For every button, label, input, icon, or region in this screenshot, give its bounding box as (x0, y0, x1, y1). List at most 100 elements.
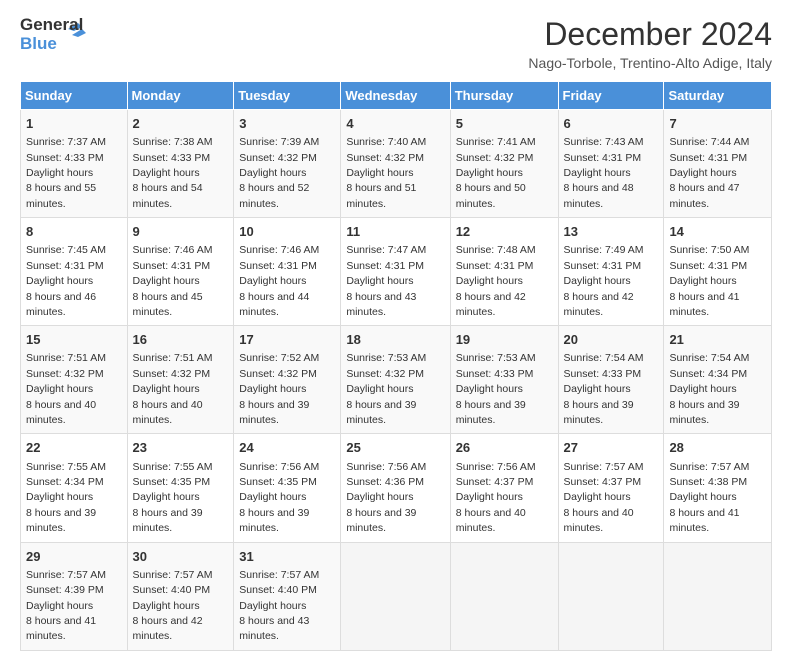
calendar-cell: 29 Sunrise: 7:57 AMSunset: 4:39 PMDaylig… (21, 542, 128, 650)
cell-content: Sunrise: 7:46 AMSunset: 4:31 PMDaylight … (133, 244, 213, 318)
calendar-cell: 10 Sunrise: 7:46 AMSunset: 4:31 PMDaylig… (234, 218, 341, 326)
cell-content: Sunrise: 7:49 AMSunset: 4:31 PMDaylight … (564, 244, 644, 318)
cell-content: Sunrise: 7:56 AMSunset: 4:35 PMDaylight … (239, 461, 319, 535)
page-subtitle: Nago-Torbole, Trentino-Alto Adige, Italy (528, 55, 772, 71)
cell-content: Sunrise: 7:56 AMSunset: 4:37 PMDaylight … (456, 461, 536, 535)
calendar-cell: 6 Sunrise: 7:43 AMSunset: 4:31 PMDayligh… (558, 110, 664, 218)
logo: General Blue (20, 16, 86, 56)
day-number: 31 (239, 548, 335, 566)
calendar-cell: 9 Sunrise: 7:46 AMSunset: 4:31 PMDayligh… (127, 218, 234, 326)
day-number: 14 (669, 223, 766, 241)
cell-content: Sunrise: 7:47 AMSunset: 4:31 PMDaylight … (346, 244, 426, 318)
cell-content: Sunrise: 7:57 AMSunset: 4:39 PMDaylight … (26, 569, 106, 643)
calendar-cell: 18 Sunrise: 7:53 AMSunset: 4:32 PMDaylig… (341, 326, 450, 434)
day-number: 26 (456, 439, 553, 457)
day-number: 10 (239, 223, 335, 241)
dow-wednesday: Wednesday (341, 82, 450, 110)
cell-content: Sunrise: 7:48 AMSunset: 4:31 PMDaylight … (456, 244, 536, 318)
cell-content: Sunrise: 7:43 AMSunset: 4:31 PMDaylight … (564, 136, 644, 210)
dow-saturday: Saturday (664, 82, 772, 110)
day-number: 3 (239, 115, 335, 133)
page-header: General Blue December 2024 Nago-Torbole,… (20, 16, 772, 71)
cell-content: Sunrise: 7:37 AMSunset: 4:33 PMDaylight … (26, 136, 106, 210)
cell-content: Sunrise: 7:46 AMSunset: 4:31 PMDaylight … (239, 244, 319, 318)
day-number: 12 (456, 223, 553, 241)
cell-content: Sunrise: 7:51 AMSunset: 4:32 PMDaylight … (26, 352, 106, 426)
calendar-cell: 24 Sunrise: 7:56 AMSunset: 4:35 PMDaylig… (234, 434, 341, 542)
calendar-cell: 4 Sunrise: 7:40 AMSunset: 4:32 PMDayligh… (341, 110, 450, 218)
day-number: 21 (669, 331, 766, 349)
day-number: 2 (133, 115, 229, 133)
cell-content: Sunrise: 7:39 AMSunset: 4:32 PMDaylight … (239, 136, 319, 210)
day-number: 11 (346, 223, 444, 241)
calendar-cell (558, 542, 664, 650)
cell-content: Sunrise: 7:54 AMSunset: 4:34 PMDaylight … (669, 352, 749, 426)
cell-content: Sunrise: 7:40 AMSunset: 4:32 PMDaylight … (346, 136, 426, 210)
calendar-week-3: 15 Sunrise: 7:51 AMSunset: 4:32 PMDaylig… (21, 326, 772, 434)
cell-content: Sunrise: 7:45 AMSunset: 4:31 PMDaylight … (26, 244, 106, 318)
calendar-cell: 13 Sunrise: 7:49 AMSunset: 4:31 PMDaylig… (558, 218, 664, 326)
day-number: 28 (669, 439, 766, 457)
cell-content: Sunrise: 7:53 AMSunset: 4:32 PMDaylight … (346, 352, 426, 426)
calendar-cell: 27 Sunrise: 7:57 AMSunset: 4:37 PMDaylig… (558, 434, 664, 542)
day-number: 24 (239, 439, 335, 457)
dow-friday: Friday (558, 82, 664, 110)
calendar-week-1: 1 Sunrise: 7:37 AMSunset: 4:33 PMDayligh… (21, 110, 772, 218)
calendar-week-2: 8 Sunrise: 7:45 AMSunset: 4:31 PMDayligh… (21, 218, 772, 326)
day-number: 17 (239, 331, 335, 349)
dow-sunday: Sunday (21, 82, 128, 110)
calendar-cell: 20 Sunrise: 7:54 AMSunset: 4:33 PMDaylig… (558, 326, 664, 434)
dow-monday: Monday (127, 82, 234, 110)
calendar-cell: 15 Sunrise: 7:51 AMSunset: 4:32 PMDaylig… (21, 326, 128, 434)
calendar-cell: 7 Sunrise: 7:44 AMSunset: 4:31 PMDayligh… (664, 110, 772, 218)
day-number: 1 (26, 115, 122, 133)
cell-content: Sunrise: 7:38 AMSunset: 4:33 PMDaylight … (133, 136, 213, 210)
calendar-week-4: 22 Sunrise: 7:55 AMSunset: 4:34 PMDaylig… (21, 434, 772, 542)
calendar-cell: 16 Sunrise: 7:51 AMSunset: 4:32 PMDaylig… (127, 326, 234, 434)
calendar-cell: 3 Sunrise: 7:39 AMSunset: 4:32 PMDayligh… (234, 110, 341, 218)
page-title: December 2024 (528, 16, 772, 53)
calendar-table: SundayMondayTuesdayWednesdayThursdayFrid… (20, 81, 772, 651)
calendar-cell: 5 Sunrise: 7:41 AMSunset: 4:32 PMDayligh… (450, 110, 558, 218)
calendar-cell: 21 Sunrise: 7:54 AMSunset: 4:34 PMDaylig… (664, 326, 772, 434)
calendar-cell: 19 Sunrise: 7:53 AMSunset: 4:33 PMDaylig… (450, 326, 558, 434)
day-number: 29 (26, 548, 122, 566)
calendar-cell: 17 Sunrise: 7:52 AMSunset: 4:32 PMDaylig… (234, 326, 341, 434)
day-number: 30 (133, 548, 229, 566)
calendar-cell: 12 Sunrise: 7:48 AMSunset: 4:31 PMDaylig… (450, 218, 558, 326)
dow-thursday: Thursday (450, 82, 558, 110)
day-number: 9 (133, 223, 229, 241)
calendar-cell: 1 Sunrise: 7:37 AMSunset: 4:33 PMDayligh… (21, 110, 128, 218)
day-number: 18 (346, 331, 444, 349)
calendar-cell: 23 Sunrise: 7:55 AMSunset: 4:35 PMDaylig… (127, 434, 234, 542)
cell-content: Sunrise: 7:52 AMSunset: 4:32 PMDaylight … (239, 352, 319, 426)
cell-content: Sunrise: 7:56 AMSunset: 4:36 PMDaylight … (346, 461, 426, 535)
calendar-cell: 22 Sunrise: 7:55 AMSunset: 4:34 PMDaylig… (21, 434, 128, 542)
day-number: 19 (456, 331, 553, 349)
day-number: 15 (26, 331, 122, 349)
cell-content: Sunrise: 7:57 AMSunset: 4:40 PMDaylight … (133, 569, 213, 643)
cell-content: Sunrise: 7:50 AMSunset: 4:31 PMDaylight … (669, 244, 749, 318)
calendar-cell (664, 542, 772, 650)
calendar-cell: 30 Sunrise: 7:57 AMSunset: 4:40 PMDaylig… (127, 542, 234, 650)
day-number: 25 (346, 439, 444, 457)
cell-content: Sunrise: 7:57 AMSunset: 4:40 PMDaylight … (239, 569, 319, 643)
day-number: 5 (456, 115, 553, 133)
calendar-cell: 14 Sunrise: 7:50 AMSunset: 4:31 PMDaylig… (664, 218, 772, 326)
cell-content: Sunrise: 7:55 AMSunset: 4:34 PMDaylight … (26, 461, 106, 535)
calendar-cell: 8 Sunrise: 7:45 AMSunset: 4:31 PMDayligh… (21, 218, 128, 326)
cell-content: Sunrise: 7:57 AMSunset: 4:38 PMDaylight … (669, 461, 749, 535)
cell-content: Sunrise: 7:44 AMSunset: 4:31 PMDaylight … (669, 136, 749, 210)
day-number: 23 (133, 439, 229, 457)
cell-content: Sunrise: 7:55 AMSunset: 4:35 PMDaylight … (133, 461, 213, 535)
day-number: 27 (564, 439, 659, 457)
calendar-week-5: 29 Sunrise: 7:57 AMSunset: 4:39 PMDaylig… (21, 542, 772, 650)
days-of-week-header: SundayMondayTuesdayWednesdayThursdayFrid… (21, 82, 772, 110)
title-area: December 2024 Nago-Torbole, Trentino-Alt… (528, 16, 772, 71)
calendar-cell: 2 Sunrise: 7:38 AMSunset: 4:33 PMDayligh… (127, 110, 234, 218)
day-number: 16 (133, 331, 229, 349)
calendar-cell: 25 Sunrise: 7:56 AMSunset: 4:36 PMDaylig… (341, 434, 450, 542)
calendar-cell (341, 542, 450, 650)
day-number: 13 (564, 223, 659, 241)
cell-content: Sunrise: 7:57 AMSunset: 4:37 PMDaylight … (564, 461, 644, 535)
